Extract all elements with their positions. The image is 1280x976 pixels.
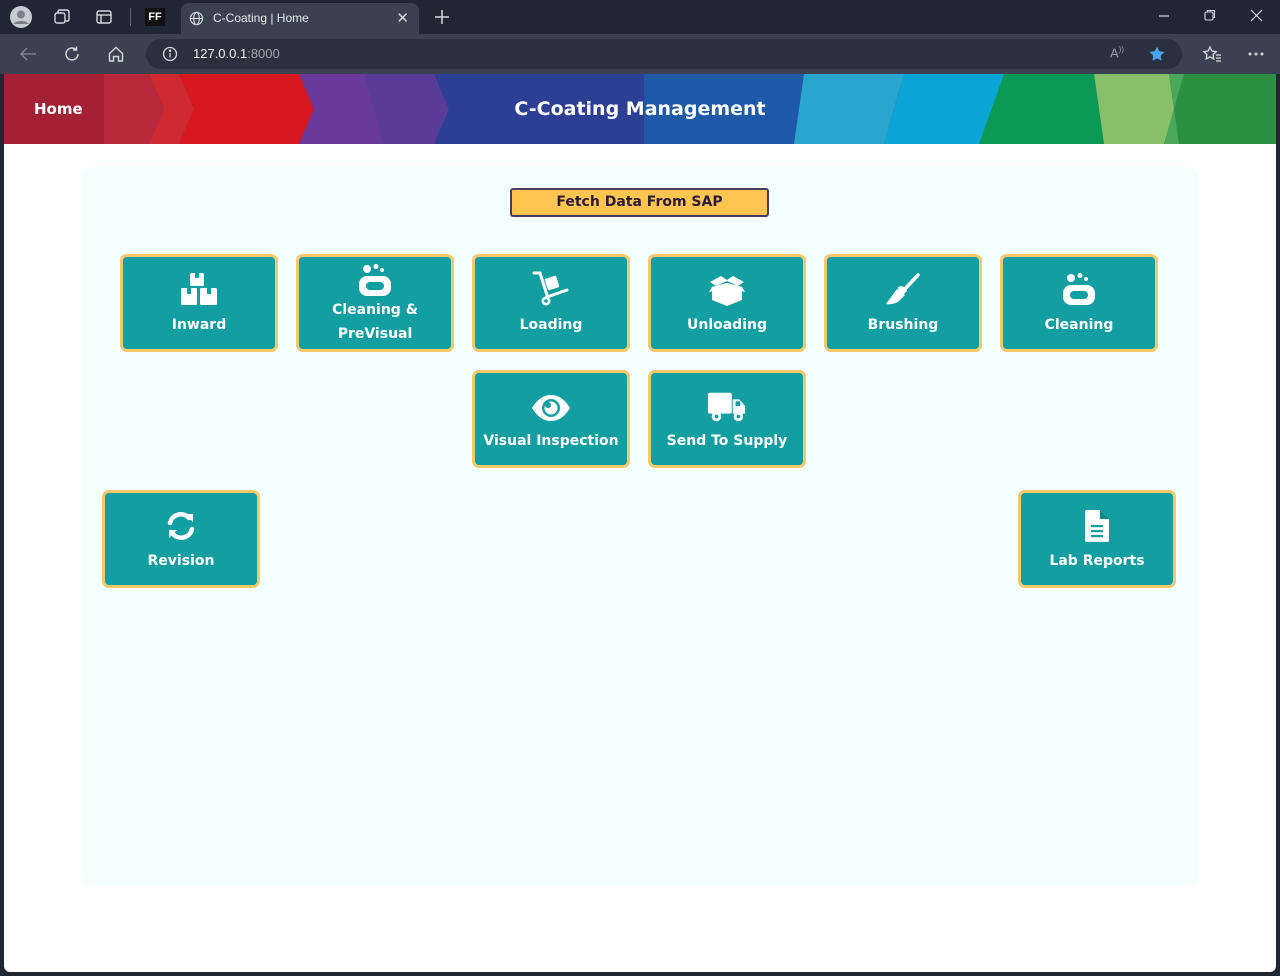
home-icon[interactable] bbox=[105, 43, 127, 65]
globe-icon bbox=[189, 11, 204, 30]
back-arrow-icon[interactable] bbox=[17, 43, 39, 65]
tile-visual-inspection[interactable]: Visual Inspection bbox=[472, 370, 630, 468]
eye-icon bbox=[531, 385, 571, 423]
main-panel: Fetch Data From SAP Inward Cleaning & Pr… bbox=[82, 167, 1197, 885]
address-bar[interactable]: 127.0.0.1:8000 A)) bbox=[146, 39, 1182, 69]
more-menu-icon[interactable] bbox=[1245, 43, 1267, 65]
tab-divider bbox=[130, 8, 131, 26]
site-info-icon[interactable] bbox=[162, 46, 178, 66]
tile-label: Cleaning bbox=[1044, 317, 1114, 333]
restore-icon[interactable] bbox=[1204, 8, 1216, 25]
refresh-icon bbox=[161, 505, 201, 543]
tile-label: Lab Reports bbox=[1049, 553, 1145, 569]
tab-actions-icon[interactable] bbox=[93, 6, 115, 28]
favorites-icon[interactable] bbox=[1201, 43, 1223, 65]
soap-icon bbox=[355, 260, 395, 298]
tile-lab-reports[interactable]: Lab Reports bbox=[1018, 490, 1176, 588]
truck-icon bbox=[707, 385, 747, 423]
tab-close-icon[interactable]: ✕ bbox=[396, 9, 409, 27]
tile-unloading[interactable]: Unloading bbox=[648, 254, 806, 352]
new-tab-icon[interactable] bbox=[431, 6, 453, 28]
document-icon bbox=[1077, 505, 1117, 543]
workspaces-icon[interactable] bbox=[51, 6, 73, 28]
tile-label: Cleaning & PreVisual bbox=[332, 302, 418, 342]
open-box-icon bbox=[707, 269, 747, 307]
minimize-icon[interactable] bbox=[1158, 8, 1170, 25]
browser-tab-bar: FF C-Coating | Home ✕ bbox=[0, 0, 1280, 34]
tile-inward[interactable]: Inward bbox=[120, 254, 278, 352]
active-tab[interactable]: C-Coating | Home ✕ bbox=[181, 3, 419, 34]
tile-label: Unloading bbox=[686, 317, 767, 333]
tile-revision[interactable]: Revision bbox=[102, 490, 260, 588]
tile-label: Inward bbox=[171, 317, 227, 333]
refresh-icon[interactable] bbox=[61, 43, 83, 65]
tile-label: Brushing bbox=[867, 317, 939, 333]
close-window-icon[interactable] bbox=[1250, 8, 1263, 25]
app-header: Home C-Coating Management bbox=[4, 74, 1276, 144]
tile-label: Visual Inspection bbox=[483, 433, 619, 449]
url-text: 127.0.0.1:8000 bbox=[193, 46, 280, 61]
tile-cleaning[interactable]: Cleaning bbox=[1000, 254, 1158, 352]
tile-label: Revision bbox=[147, 553, 215, 569]
profile-avatar-icon[interactable] bbox=[10, 6, 32, 28]
browser-toolbar: 127.0.0.1:8000 A)) bbox=[0, 34, 1280, 74]
tab-title: C-Coating | Home bbox=[213, 11, 309, 25]
soap-icon bbox=[1059, 269, 1099, 307]
page-viewport: Home C-Coating Management Fetch Data Fro… bbox=[4, 74, 1276, 972]
tile-cleaning-previsual[interactable]: Cleaning & PreVisual bbox=[296, 254, 454, 352]
tile-label: Loading bbox=[519, 317, 583, 333]
favorite-star-icon[interactable] bbox=[1148, 45, 1166, 67]
tile-loading[interactable]: Loading bbox=[472, 254, 630, 352]
dolly-icon bbox=[531, 269, 571, 307]
tile-label: Send To Supply bbox=[666, 433, 788, 449]
tile-send-to-supply[interactable]: Send To Supply bbox=[648, 370, 806, 468]
tile-brushing[interactable]: Brushing bbox=[824, 254, 982, 352]
broom-icon bbox=[883, 269, 923, 307]
page-title: C-Coating Management bbox=[514, 98, 766, 120]
read-aloud-icon[interactable]: A)) bbox=[1110, 45, 1124, 60]
fetch-sap-button[interactable]: Fetch Data From SAP bbox=[510, 188, 769, 217]
boxes-icon bbox=[179, 269, 219, 307]
pinned-tab-ff[interactable]: FF bbox=[145, 8, 165, 26]
